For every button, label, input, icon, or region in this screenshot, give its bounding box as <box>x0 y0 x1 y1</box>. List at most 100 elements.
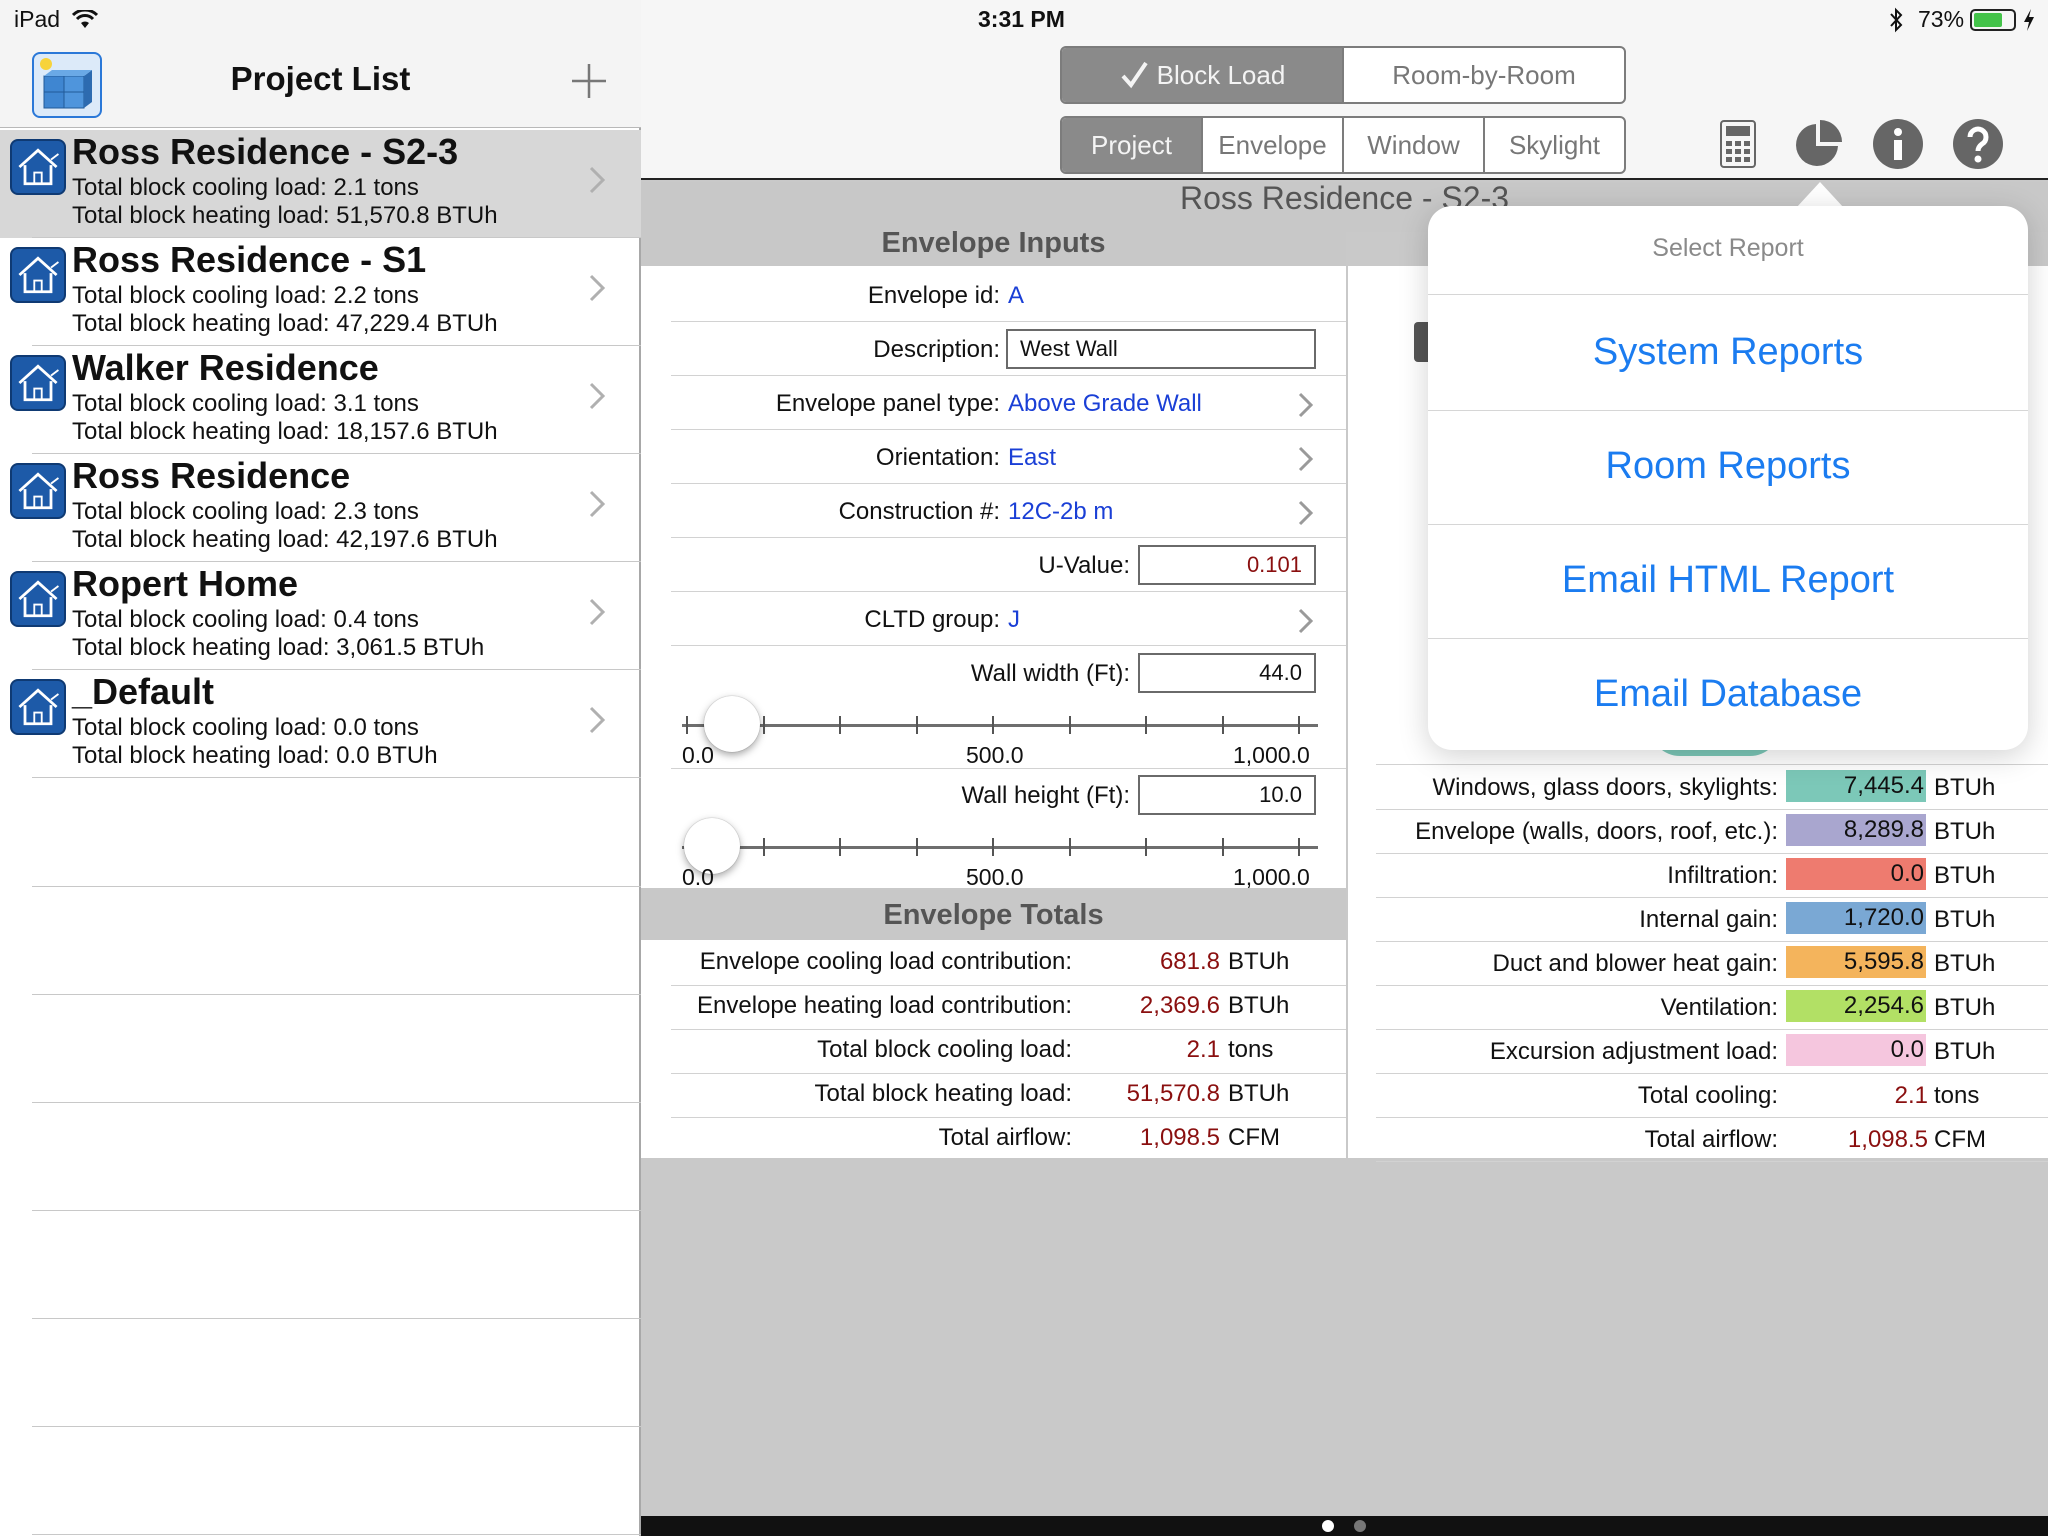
chevron-right-icon[interactable] <box>1296 390 1316 420</box>
slider-mid-label: 500.0 <box>966 864 1024 890</box>
tab-skylight[interactable]: Skylight <box>1485 118 1624 172</box>
room-reports-button[interactable]: Room Reports <box>1428 410 2028 523</box>
wall-height-field[interactable]: 10.0 <box>1138 775 1316 815</box>
project-cooling-load: Total block cooling load: 3.1 tons <box>72 390 419 417</box>
load-component-label: Duct and blower heat gain: <box>1492 950 1778 977</box>
empty-row-divider <box>32 1210 641 1211</box>
load-unit: BTUh <box>1934 1038 1996 1065</box>
total-label: Total airflow: <box>938 1124 1072 1151</box>
system-reports-button[interactable]: System Reports <box>1428 296 2028 409</box>
row-divider <box>671 1073 1346 1074</box>
row-divider <box>1376 985 2048 986</box>
device-label: iPad <box>14 6 61 32</box>
total-value: 1,098.5 <box>1139 1124 1220 1151</box>
email-html-report-button[interactable]: Email HTML Report <box>1428 524 2028 637</box>
load-total-value: 2.1 <box>1894 1082 1928 1109</box>
battery-percent: 73% <box>1918 6 1965 32</box>
slider-tick <box>1068 716 1071 734</box>
orientation-value[interactable]: East <box>1008 444 1056 472</box>
chevron-right-icon[interactable] <box>583 700 611 740</box>
project-list-item[interactable]: Ross Residence - S1 Total block cooling l… <box>0 238 641 346</box>
slider-tick <box>1145 838 1147 856</box>
empty-row-divider <box>32 1318 641 1319</box>
load-component-label: Ventilation: <box>1660 994 1778 1021</box>
popover-arrow <box>1796 182 1844 208</box>
empty-row-divider <box>32 1102 641 1103</box>
project-list-item[interactable]: Ropert Home Total block cooling load: 0.4… <box>0 562 641 670</box>
tab-project[interactable]: Project <box>1062 118 1203 172</box>
total-value: 51,570.8 <box>1126 1080 1220 1107</box>
checkmark-icon <box>1121 61 1148 89</box>
description-field[interactable]: West Wall <box>1006 329 1316 369</box>
u-value-field[interactable]: 0.101 <box>1138 545 1316 585</box>
row-divider <box>671 645 1346 646</box>
slider-mid-label: 500.0 <box>966 742 1024 768</box>
page-dot[interactable] <box>1354 1520 1366 1532</box>
chevron-right-icon[interactable] <box>583 160 611 200</box>
load-component-value: 8,289.8 <box>1786 814 1926 846</box>
wall-width-label: Wall width (Ft): <box>970 660 1130 687</box>
chevron-right-icon[interactable] <box>1296 498 1316 528</box>
load-component-value: 1,720.0 <box>1786 902 1926 934</box>
load-component-label: Windows, glass doors, skylights: <box>1432 774 1778 801</box>
row-divider <box>671 537 1346 538</box>
page-dot-active[interactable] <box>1322 1520 1334 1532</box>
tab-project-label: Project <box>1091 129 1172 160</box>
help-icon[interactable] <box>1952 118 2004 170</box>
slider-tick <box>992 838 994 856</box>
battery-icon <box>1970 9 2016 31</box>
panel-type-value[interactable]: Above Grade Wall <box>1008 390 1202 418</box>
wall-height-label: Wall height (Ft): <box>961 782 1130 809</box>
construction-value[interactable]: 12C-2b m <box>1008 498 1113 526</box>
tab-block-load[interactable]: Block Load <box>1062 48 1344 102</box>
load-total-value: 1,098.5 <box>1847 1126 1928 1153</box>
project-heating-load: Total block heating load: 47,229.4 BTUh <box>72 310 498 337</box>
tab-window[interactable]: Window <box>1344 118 1485 172</box>
orientation-label: Orientation: <box>875 444 1000 471</box>
project-heating-load: Total block heating load: 18,157.6 BTUh <box>72 418 498 445</box>
total-value: 2,369.6 <box>1139 992 1220 1019</box>
chevron-right-icon[interactable] <box>583 592 611 632</box>
status-bar: iPad 3:31 PM 73% <box>0 0 2048 40</box>
email-database-button[interactable]: Email Database <box>1428 638 2028 750</box>
envelope-id-label: Envelope id: <box>867 282 1000 309</box>
project-list-item[interactable]: Ross Residence - S2-3 Total block cooling… <box>0 130 641 238</box>
envelope-id-value[interactable]: A <box>1008 282 1024 310</box>
project-cooling-load: Total block cooling load: 0.4 tons <box>72 606 419 633</box>
calculator-icon[interactable] <box>1720 120 1756 168</box>
load-component-label: Excursion adjustment load: <box>1489 1038 1778 1065</box>
project-list-item[interactable]: _Default Total block cooling load: 0.0 to… <box>0 670 641 778</box>
chevron-right-icon[interactable] <box>583 484 611 524</box>
chevron-right-icon[interactable] <box>1296 606 1316 636</box>
project-heating-load: Total block heating load: 3,061.5 BTUh <box>72 634 485 661</box>
project-list-title: Project List <box>230 60 411 97</box>
project-list-item[interactable]: Walker Residence Total block cooling load… <box>0 346 641 454</box>
add-project-button[interactable] <box>570 62 608 100</box>
pie-chart-report-icon[interactable] <box>1792 118 1844 170</box>
total-value: 2.1 <box>1186 1036 1220 1063</box>
section-segmented-control[interactable]: Project Envelope Window Skylight <box>1060 116 1626 174</box>
chevron-right-icon[interactable] <box>1296 444 1316 474</box>
total-value: 681.8 <box>1159 948 1220 975</box>
charging-bolt-icon <box>2024 9 2034 31</box>
chevron-right-icon[interactable] <box>583 376 611 416</box>
wall-width-field[interactable]: 44.0 <box>1138 653 1316 693</box>
slider-tick <box>915 838 918 856</box>
tab-envelope[interactable]: Envelope <box>1203 118 1344 172</box>
cltd-group-value[interactable]: J <box>1008 606 1020 634</box>
total-label: Total block heating load: <box>814 1080 1072 1107</box>
slider-tick <box>762 716 765 734</box>
total-unit: CFM <box>1228 1124 1280 1151</box>
load-component-label: Envelope (walls, doors, roof, etc.): <box>1415 818 1778 845</box>
row-divider <box>1376 1161 2048 1162</box>
row-divider <box>1376 1073 2048 1074</box>
total-unit: BTUh <box>1228 1080 1290 1107</box>
tab-skylight-label: Skylight <box>1508 129 1601 160</box>
tab-room-by-room[interactable]: Room-by-Room <box>1344 48 1624 102</box>
project-list-item[interactable]: Ross Residence Total block cooling load: … <box>0 454 641 562</box>
chevron-right-icon[interactable] <box>583 268 611 308</box>
envelope-totals-header: Envelope Totals <box>641 890 1346 940</box>
mode-segmented-control[interactable]: Block Load Room-by-Room <box>1060 46 1626 104</box>
project-heating-load: Total block heating load: 42,197.6 BTUh <box>72 526 498 553</box>
info-icon[interactable] <box>1872 118 1924 170</box>
